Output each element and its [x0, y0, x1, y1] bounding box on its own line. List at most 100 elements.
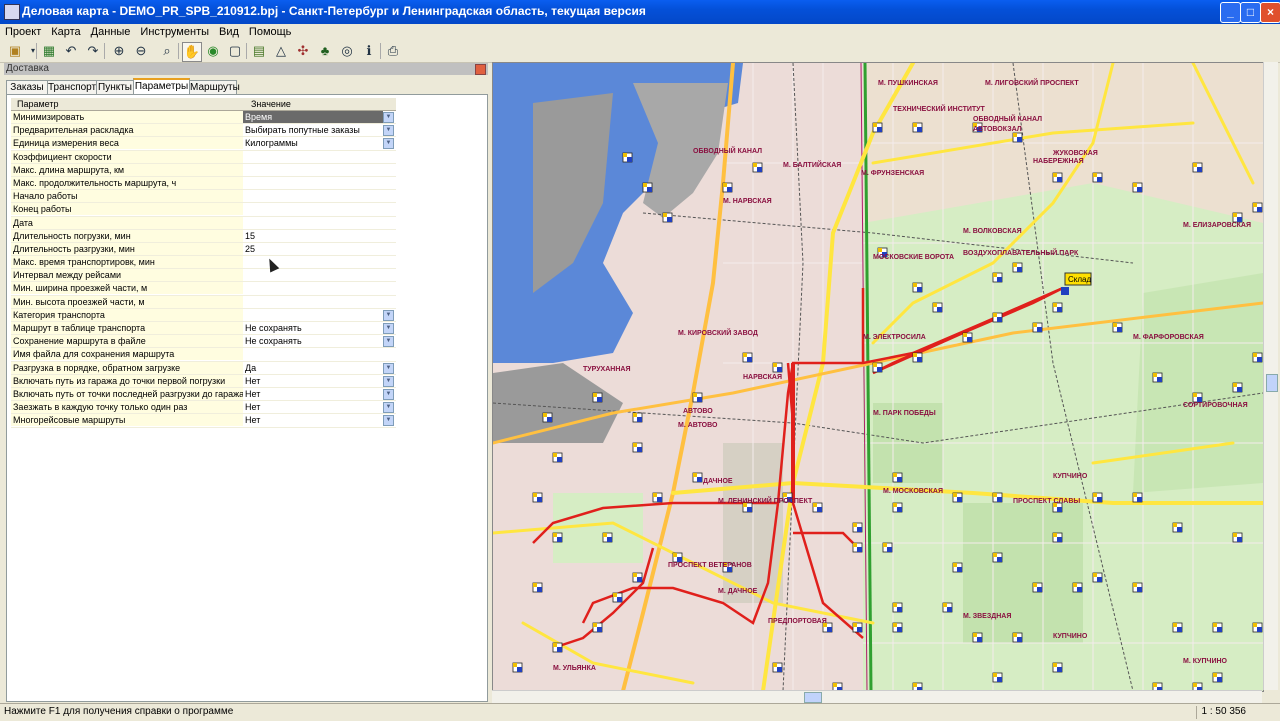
delivery-point-icon[interactable] — [662, 212, 673, 223]
dropdown-arrow-icon[interactable]: ▼ — [383, 125, 394, 137]
map-canvas[interactable]: Склад М. ПУШКИНСКАЯ М. ЛИГОВСКИЙ ПРОСПЕКТ… — [493, 63, 1263, 691]
dropdown-arrow-icon[interactable]: ▼ — [383, 362, 394, 374]
param-value[interactable]: Нет — [243, 375, 383, 387]
delivery-point-icon[interactable] — [942, 602, 953, 613]
param-value[interactable] — [243, 151, 383, 163]
map-vertical-scrollbar[interactable] — [1263, 62, 1278, 690]
table-row[interactable]: Макс. время транспортировк, мин — [11, 256, 396, 270]
map-view[interactable]: Склад М. ПУШКИНСКАЯ М. ЛИГОВСКИЙ ПРОСПЕКТ… — [492, 62, 1264, 692]
menu-map[interactable]: Карта — [46, 24, 85, 40]
delivery-point-icon[interactable] — [722, 182, 733, 193]
column-param[interactable]: Параметр — [17, 98, 59, 110]
delivery-point-icon[interactable] — [632, 412, 643, 423]
delivery-point-icon[interactable] — [622, 152, 633, 163]
minimize-button[interactable]: _ — [1220, 2, 1241, 23]
delivery-point-icon[interactable] — [872, 362, 883, 373]
back-icon[interactable]: ↶ — [62, 42, 80, 60]
dropdown-arrow-icon[interactable]: ▼ — [383, 402, 394, 414]
table-row[interactable]: Сохранение маршрута в файле Не сохранять ▼ — [11, 335, 396, 349]
menu-data[interactable]: Данные — [86, 24, 136, 40]
map-layers-icon[interactable]: ▦ — [40, 42, 58, 60]
delivery-point-icon[interactable] — [1172, 622, 1183, 633]
param-value[interactable] — [243, 177, 383, 189]
delivery-point-icon[interactable] — [552, 452, 563, 463]
param-value[interactable]: Да — [243, 362, 383, 374]
layers-icon[interactable]: ▤ — [250, 42, 268, 60]
dropdown-arrow-icon[interactable]: ▼ — [383, 112, 394, 123]
gps-icon[interactable]: ◎ — [338, 42, 356, 60]
param-value[interactable] — [243, 282, 383, 294]
table-row[interactable]: Разгрузка в порядке, обратном загрузке Да… — [11, 361, 396, 375]
param-value[interactable]: Время — [243, 111, 383, 123]
delivery-point-icon[interactable] — [1072, 582, 1083, 593]
delivery-point-icon[interactable] — [632, 572, 643, 583]
delivery-point-icon[interactable] — [952, 492, 963, 503]
param-value[interactable] — [243, 217, 383, 229]
delivery-point-icon[interactable] — [932, 302, 943, 313]
delivery-point-icon[interactable] — [912, 282, 923, 293]
delivery-point-icon[interactable] — [992, 272, 1003, 283]
delivery-point-icon[interactable] — [1192, 162, 1203, 173]
delivery-point-icon[interactable] — [1052, 302, 1063, 313]
delivery-point-icon[interactable] — [952, 562, 963, 573]
delivery-point-icon[interactable] — [892, 472, 903, 483]
maximize-button[interactable]: □ — [1240, 2, 1261, 23]
param-value[interactable]: Нет — [243, 388, 383, 400]
delivery-point-icon[interactable] — [1092, 572, 1103, 583]
dropdown-arrow-icon[interactable]: ▼ — [383, 138, 394, 150]
delivery-point-icon[interactable] — [552, 532, 563, 543]
delivery-point-icon[interactable] — [992, 552, 1003, 563]
delivery-point-icon[interactable] — [912, 122, 923, 133]
param-value[interactable]: Нет — [243, 401, 383, 413]
delivery-point-icon[interactable] — [1132, 582, 1143, 593]
delivery-point-icon[interactable] — [1252, 202, 1263, 213]
delivery-point-icon[interactable] — [892, 622, 903, 633]
delivery-point-icon[interactable] — [1252, 352, 1263, 363]
delivery-point-icon[interactable] — [1232, 212, 1243, 223]
tab-transport[interactable]: Транспорт — [47, 80, 97, 95]
table-row[interactable]: Заезжать в каждую точку только один раз Н… — [11, 401, 396, 415]
delivery-point-icon[interactable] — [962, 332, 973, 343]
table-row[interactable]: Маршрут в таблице транспорта Не сохранять… — [11, 322, 396, 336]
delivery-point-icon[interactable] — [1132, 492, 1143, 503]
param-value[interactable]: Не сохранять — [243, 335, 383, 347]
delivery-point-icon[interactable] — [1232, 382, 1243, 393]
delivery-point-icon[interactable] — [852, 542, 863, 553]
param-value[interactable] — [243, 296, 383, 308]
delivery-point-icon[interactable] — [532, 582, 543, 593]
table-row[interactable]: Категория транспорта ▼ — [11, 308, 396, 322]
measure-icon[interactable]: △ — [272, 42, 290, 60]
hscroll-thumb[interactable] — [804, 692, 822, 703]
tab-orders[interactable]: Заказы — [6, 80, 48, 95]
open-project-icon[interactable]: ▣ — [6, 42, 24, 60]
param-value[interactable] — [243, 269, 383, 281]
table-row[interactable]: Начало работы — [11, 190, 396, 204]
table-row[interactable]: Дата — [11, 216, 396, 230]
tab-routes[interactable]: Маршруты — [189, 80, 240, 95]
delivery-point-icon[interactable] — [1032, 582, 1043, 593]
delivery-point-icon[interactable] — [852, 522, 863, 533]
delivery-point-icon[interactable] — [692, 392, 703, 403]
dropdown-arrow-icon[interactable]: ▼ — [383, 323, 394, 334]
tab-points[interactable]: Пункты — [96, 80, 134, 95]
delivery-point-icon[interactable] — [852, 622, 863, 633]
delivery-point-icon[interactable] — [1212, 672, 1223, 683]
delivery-point-icon[interactable] — [992, 312, 1003, 323]
table-row[interactable]: Макс. продолжительность маршрута, ч — [11, 176, 396, 191]
delivery-point-icon[interactable] — [592, 622, 603, 633]
hand-pan-icon[interactable]: ✋ — [182, 42, 202, 62]
param-value[interactable]: 25 — [243, 243, 383, 255]
delivery-point-icon[interactable] — [1012, 132, 1023, 143]
param-value[interactable] — [243, 203, 383, 215]
dropdown-arrow-icon[interactable]: ▼ — [383, 388, 394, 400]
delivery-point-icon[interactable] — [1232, 532, 1243, 543]
delivery-point-icon[interactable] — [1112, 322, 1123, 333]
delivery-point-icon[interactable] — [742, 352, 753, 363]
delivery-point-icon[interactable] — [912, 352, 923, 363]
param-value[interactable] — [243, 256, 383, 268]
delivery-point-icon[interactable] — [542, 412, 553, 423]
info-icon[interactable]: ℹ — [360, 42, 378, 60]
table-row[interactable]: Конец работы — [11, 203, 396, 217]
table-row[interactable]: Единица измерения веса Килограммы ▼ — [11, 137, 396, 151]
delivery-point-icon[interactable] — [752, 162, 763, 173]
